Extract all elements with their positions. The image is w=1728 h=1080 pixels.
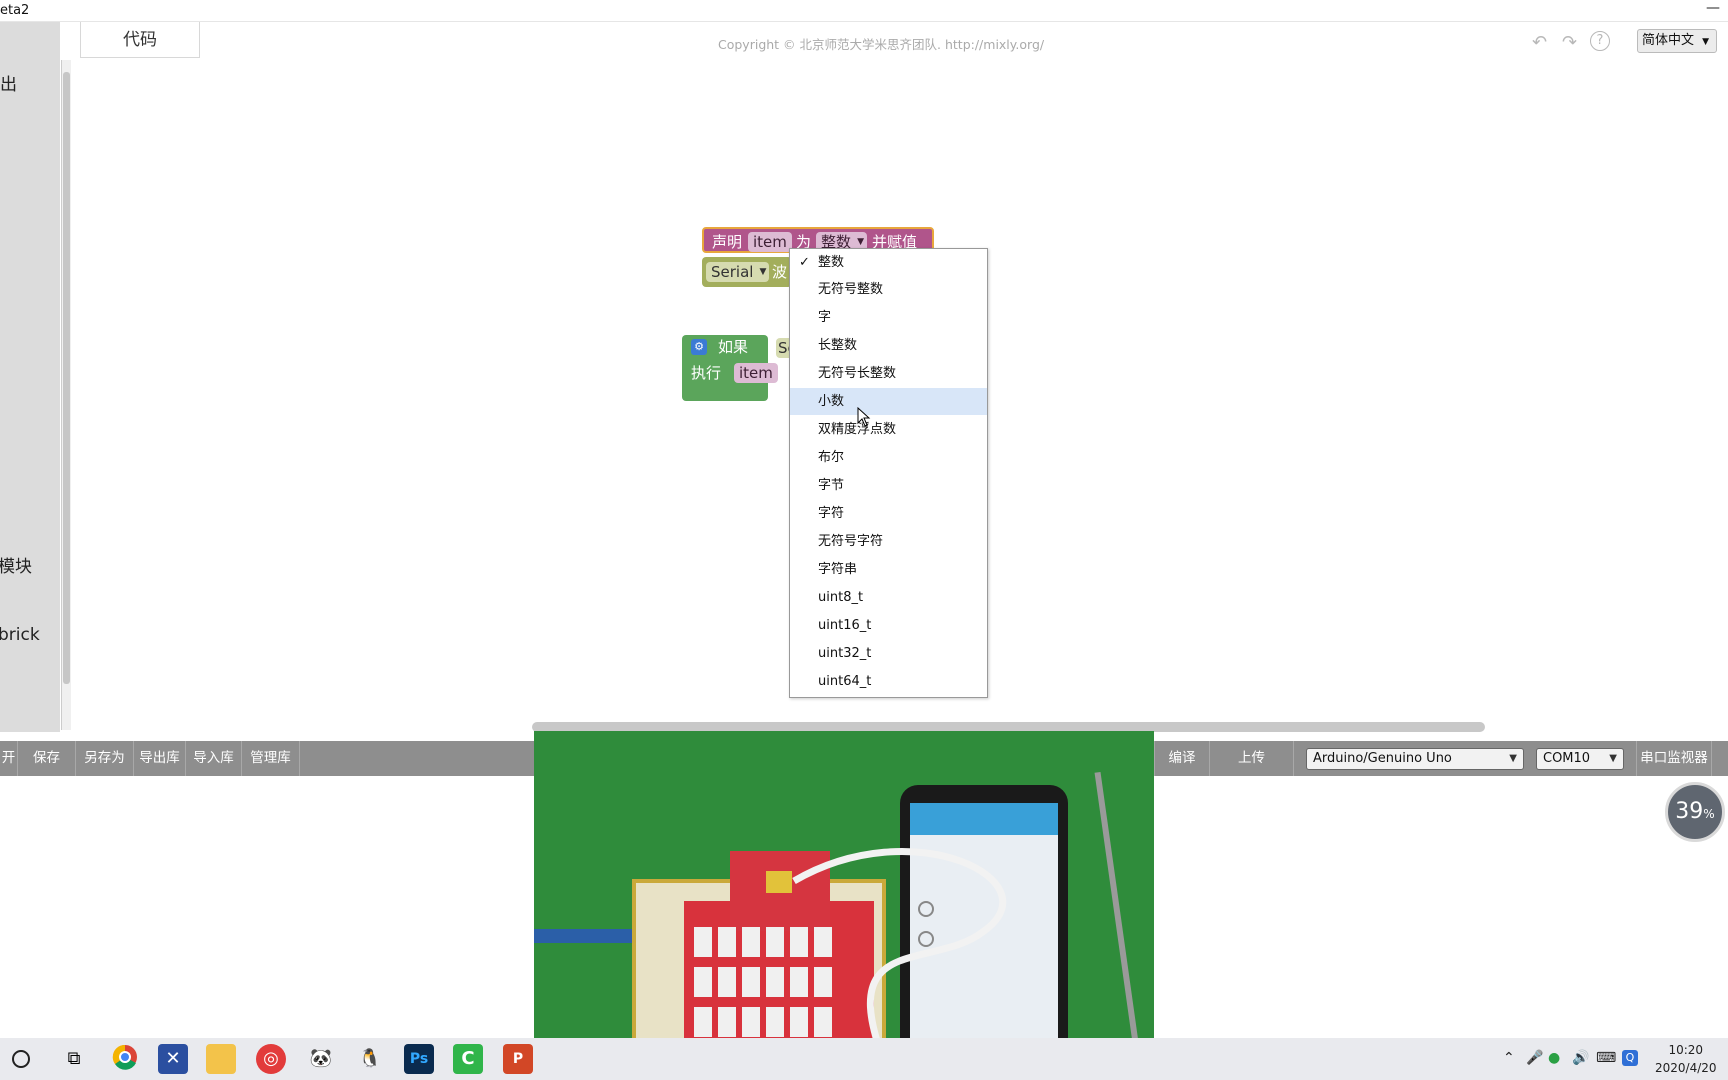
menu-item-uint8[interactable]: uint8_t bbox=[790, 584, 987, 611]
menu-item-char[interactable]: 字符 bbox=[790, 500, 987, 527]
ime-tray-icon[interactable]: Q bbox=[1622, 1050, 1638, 1066]
chevron-down-icon: ▼ bbox=[1609, 753, 1617, 764]
category-item-brick[interactable]: brick bbox=[0, 625, 40, 645]
menu-item-long[interactable]: 长整数 bbox=[790, 332, 987, 359]
menu-item-unsigned-long[interactable]: 无符号长整数 bbox=[790, 360, 987, 387]
serial-name: Serial bbox=[711, 263, 754, 281]
menu-item-string[interactable]: 字符串 bbox=[790, 556, 987, 583]
chevron-down-icon: ▼ bbox=[1702, 37, 1710, 47]
category-item-output[interactable]: 出 bbox=[0, 70, 17, 95]
menu-item-byte[interactable]: 字节 bbox=[790, 472, 987, 499]
progress-badge: 39% bbox=[1665, 782, 1725, 842]
manage-lib-button[interactable]: 管理库 bbox=[242, 741, 300, 776]
chevron-down-icon: ▼ bbox=[1509, 753, 1517, 764]
port-select[interactable]: COM10 ▼ bbox=[1536, 748, 1624, 770]
hardware-photo bbox=[534, 731, 1154, 1080]
board-select[interactable]: Arduino/Genuino Uno ▼ bbox=[1306, 748, 1524, 770]
qq-icon[interactable]: 🐧 bbox=[355, 1044, 385, 1074]
compile-button[interactable]: 编译 bbox=[1154, 741, 1210, 776]
check-icon: ✓ bbox=[799, 255, 810, 270]
microphone-icon[interactable]: 🎤 bbox=[1526, 1050, 1543, 1066]
language-select[interactable]: 简体中文 ▼ bbox=[1637, 29, 1717, 53]
progress-value: 39 bbox=[1675, 799, 1704, 824]
if-block[interactable]: ⚙ 如果 执行 item Se bbox=[682, 335, 799, 401]
keyboard-icon[interactable]: ⌨ bbox=[1596, 1050, 1616, 1066]
menu-item-uint32[interactable]: uint32_t bbox=[790, 640, 987, 667]
port-value: COM10 bbox=[1543, 751, 1591, 766]
category-item-module[interactable]: 模块 bbox=[0, 552, 32, 577]
camera-video-overlay bbox=[534, 731, 1154, 1080]
board-value: Arduino/Genuino Uno bbox=[1313, 751, 1452, 766]
mixly-app-icon[interactable]: ✕ bbox=[158, 1044, 188, 1074]
chrome-icon[interactable] bbox=[110, 1044, 140, 1074]
variable-name-field[interactable]: item bbox=[748, 232, 792, 252]
system-clock[interactable]: 10:20 2020/4/20 bbox=[1655, 1041, 1717, 1077]
mouse-cursor-icon bbox=[857, 407, 871, 427]
type-dropdown-menu: ✓ 整数 无符号整数 字 长整数 无符号长整数 小数 双精度浮点数 布尔 字节 字… bbox=[789, 248, 988, 698]
menu-item-word[interactable]: 字 bbox=[790, 304, 987, 331]
sidebar-scroll-thumb[interactable] bbox=[63, 72, 70, 684]
serial-block[interactable]: Serial ▼ 波 bbox=[702, 257, 792, 287]
powerpoint-icon[interactable]: P bbox=[503, 1044, 533, 1074]
redo-icon[interactable]: ↷ bbox=[1562, 32, 1577, 53]
menu-item-unsigned-int[interactable]: 无符号整数 bbox=[790, 276, 987, 303]
gear-icon[interactable]: ⚙ bbox=[691, 339, 707, 355]
open-button[interactable]: 开 bbox=[0, 741, 18, 776]
menu-item-double[interactable]: 双精度浮点数 bbox=[790, 416, 987, 443]
language-label: 简体中文 bbox=[1642, 33, 1695, 48]
camtasia-icon[interactable]: C bbox=[453, 1044, 483, 1074]
copyright-text: Copyright © 北京师范大学米思齐团队. http://mixly.or… bbox=[718, 37, 1045, 52]
clock-date: 2020/4/20 bbox=[1655, 1061, 1717, 1075]
clock-time: 10:20 bbox=[1668, 1043, 1704, 1057]
chevron-down-icon: ▼ bbox=[759, 267, 767, 277]
import-lib-button[interactable]: 导入库 bbox=[186, 741, 242, 776]
chevron-up-icon[interactable]: ⌃ bbox=[1503, 1050, 1515, 1066]
declare-keyword: 声明 bbox=[712, 233, 743, 251]
netease-music-icon[interactable]: ◎ bbox=[256, 1044, 286, 1074]
help-icon[interactable]: ? bbox=[1590, 31, 1610, 51]
menu-item-uint16[interactable]: uint16_t bbox=[790, 612, 987, 639]
file-explorer-icon[interactable] bbox=[206, 1044, 236, 1074]
menu-item-uint64[interactable]: uint64_t bbox=[790, 668, 987, 695]
undo-icon[interactable]: ↶ bbox=[1532, 32, 1547, 53]
menu-item-unsigned-char[interactable]: 无符号字符 bbox=[790, 528, 987, 555]
variable-name-field[interactable]: item bbox=[734, 363, 778, 383]
menu-item-float[interactable]: 小数 bbox=[790, 388, 987, 415]
if-keyword: 如果 bbox=[718, 338, 749, 356]
export-lib-button[interactable]: 导出库 bbox=[134, 741, 186, 776]
title-bar: eta2 — bbox=[0, 0, 1728, 22]
panda-app-icon[interactable]: 🐼 bbox=[306, 1044, 336, 1074]
category-sidebar: 出 模块 brick bbox=[0, 22, 60, 732]
window-title: eta2 bbox=[0, 3, 30, 18]
windows-taskbar: ⧉ ✕ ◎ 🐼 🐧 Ps C P ⌃ 🎤 ● 🔊 ⌨ Q bbox=[0, 1038, 1728, 1080]
minimize-icon[interactable]: — bbox=[1706, 0, 1720, 16]
network-icon[interactable]: ● bbox=[1548, 1050, 1560, 1066]
search-icon[interactable] bbox=[12, 1050, 30, 1068]
upload-button[interactable]: 上传 bbox=[1210, 741, 1294, 776]
do-keyword: 执行 bbox=[691, 364, 722, 382]
save-button[interactable]: 保存 bbox=[18, 741, 76, 776]
tab-code[interactable]: 代码 bbox=[80, 22, 200, 58]
serial-baud-label: 波 bbox=[772, 263, 788, 281]
volume-icon[interactable]: 🔊 bbox=[1572, 1050, 1589, 1066]
serial-port-field[interactable]: Serial ▼ bbox=[706, 262, 770, 282]
photoshop-icon[interactable]: Ps bbox=[404, 1044, 434, 1074]
menu-item-boolean[interactable]: 布尔 bbox=[790, 444, 987, 471]
serial-monitor-button[interactable]: 串口监视器 bbox=[1636, 741, 1712, 776]
task-view-icon[interactable]: ⧉ bbox=[59, 1044, 89, 1074]
menu-item-int[interactable]: ✓ 整数 bbox=[790, 249, 987, 276]
save-as-button[interactable]: 另存为 bbox=[76, 741, 134, 776]
